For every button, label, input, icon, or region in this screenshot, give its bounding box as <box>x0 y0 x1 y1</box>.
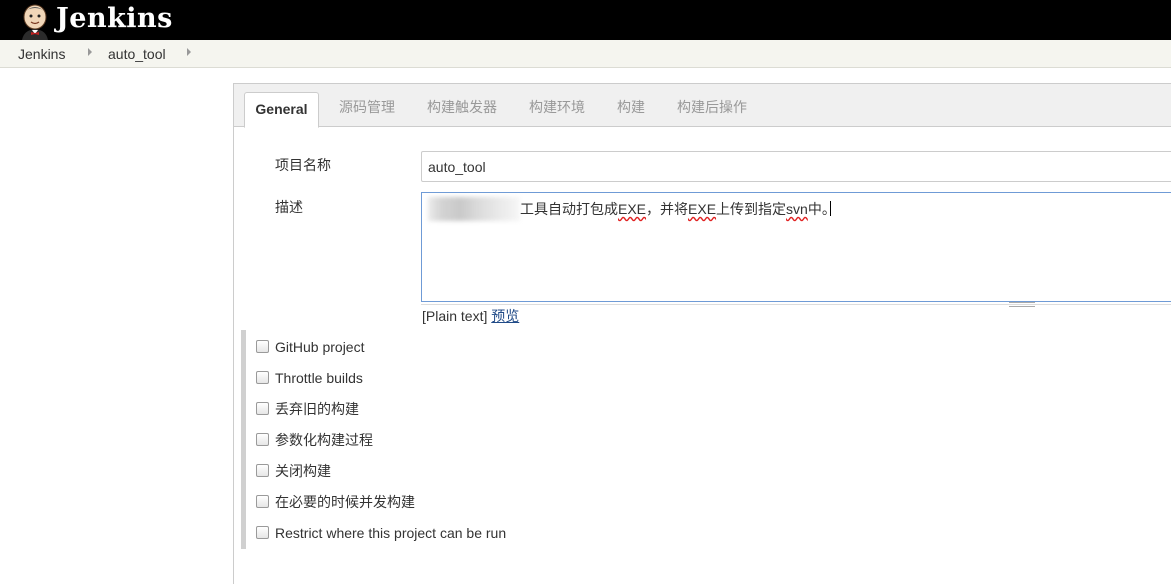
text-caret <box>830 201 831 216</box>
description-label: 描述 <box>275 199 303 215</box>
tab-general[interactable]: General <box>244 92 319 128</box>
breadcrumb-item-auto-tool[interactable]: auto_tool <box>108 46 166 62</box>
concurrent-build-checkbox[interactable] <box>256 495 269 508</box>
textarea-bottom-edge <box>421 304 1171 305</box>
restrict-where-run-label[interactable]: Restrict where this project can be run <box>275 525 506 541</box>
github-project-checkbox[interactable] <box>256 340 269 353</box>
parameterized-build-label[interactable]: 参数化构建过程 <box>275 432 373 448</box>
throttle-builds-checkbox[interactable] <box>256 371 269 384</box>
github-project-label[interactable]: GitHub project <box>275 339 364 355</box>
breadcrumb-arrow-icon[interactable] <box>187 48 191 56</box>
textarea-resize-grip-icon[interactable] <box>1009 302 1035 307</box>
tab-build[interactable]: 构建 <box>617 99 645 115</box>
tab-source-management[interactable]: 源码管理 <box>339 99 395 115</box>
disable-build-checkbox[interactable] <box>256 464 269 477</box>
jenkins-logo-text[interactable]: Jenkins <box>56 2 173 36</box>
breadcrumb-item-jenkins[interactable]: Jenkins <box>18 46 65 62</box>
parameterized-build-checkbox[interactable] <box>256 433 269 446</box>
tab-build-triggers[interactable]: 构建触发器 <box>427 99 497 115</box>
description-text: 工具自动打包成EXE，并将EXE上传到指定svn中。 <box>520 201 836 217</box>
project-name-input[interactable] <box>421 151 1171 182</box>
plain-text-label: [Plain text] <box>422 308 488 324</box>
description-format-line: [Plain text] 预览 <box>422 308 519 324</box>
discard-old-builds-checkbox[interactable] <box>256 402 269 415</box>
project-name-label: 项目名称 <box>275 157 331 173</box>
breadcrumb-arrow-icon[interactable] <box>88 48 92 56</box>
breadcrumb: Jenkins auto_tool <box>0 40 1171 68</box>
restrict-where-run-checkbox[interactable] <box>256 526 269 539</box>
jenkins-butler-icon[interactable] <box>18 3 52 40</box>
throttle-builds-label[interactable]: Throttle builds <box>275 370 363 386</box>
tab-post-build-actions[interactable]: 构建后操作 <box>677 99 747 115</box>
tab-build-environment[interactable]: 构建环境 <box>529 99 585 115</box>
disable-build-label[interactable]: 关闭构建 <box>275 463 331 479</box>
config-tabbar: General 源码管理 构建触发器 构建环境 构建 构建后操作 <box>234 84 1171 128</box>
redacted-text-blur <box>428 197 520 221</box>
preview-link[interactable]: 预览 <box>491 308 519 324</box>
options-section-bar <box>241 330 246 549</box>
description-textarea[interactable]: 工具自动打包成EXE，并将EXE上传到指定svn中。 <box>421 192 1171 302</box>
concurrent-build-label[interactable]: 在必要的时候并发构建 <box>275 494 415 510</box>
header-bar: Jenkins <box>0 0 1171 40</box>
discard-old-builds-label[interactable]: 丢弃旧的构建 <box>275 401 359 417</box>
